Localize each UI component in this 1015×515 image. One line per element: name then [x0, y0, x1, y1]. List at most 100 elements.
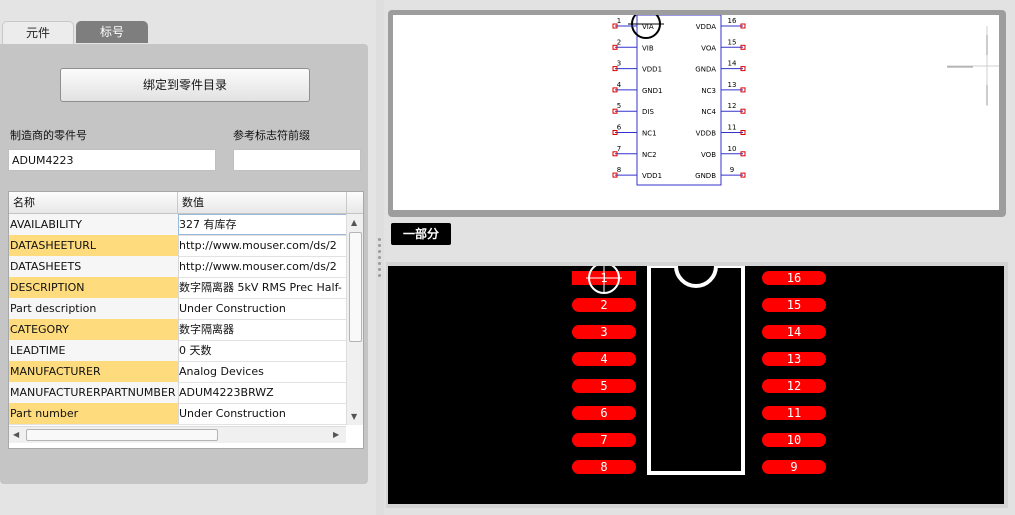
pin-number: 15	[728, 38, 737, 46]
property-value-cell[interactable]: 数字隔离器 5kV RMS Prec Half-	[178, 277, 346, 298]
table-row[interactable]: MANUFACTURERPARTNUMBER ADUM4223BRWZ	[9, 382, 346, 404]
pin-name: GND1	[642, 87, 663, 95]
property-name-cell[interactable]: LEADTIME	[9, 340, 179, 361]
schematic-preview-frame: 1 VIA 2 VIB 3 VDD1 4 GND1 5 DIS 6 NC1 7 NC2 8 VDD1 16 VDD…	[388, 9, 1006, 217]
component-properties-panel: 元件 标号 绑定到零件目录 制造商的零件号 参考标志符前缀 ADUM4223 名…	[0, 0, 376, 515]
schematic-symbol: 1 VIA 2 VIB 3 VDD1 4 GND1 5 DIS 6 NC1 7 NC2 8 VDD1 16 VDD…	[612, 9, 999, 186]
schematic-preview[interactable]: 1 VIA 2 VIB 3 VDD1 4 GND1 5 DIS 6 NC1 7 NC2 8 VDD1 16 VDD…	[393, 9, 999, 210]
table-row[interactable]: DATASHEETURL http://www.mouser.com/ds/2	[9, 235, 346, 257]
table-row[interactable]: DATASHEETS http://www.mouser.com/ds/2	[9, 256, 346, 278]
table-row[interactable]: Part number Under Construction	[9, 403, 346, 425]
grip-dot	[378, 250, 381, 253]
table-row[interactable]: CATEGORY 数字隔离器	[9, 319, 346, 341]
pad-number: 13	[787, 352, 801, 366]
pin-number: 8	[617, 166, 621, 174]
pin-number: 11	[728, 124, 737, 132]
scroll-up-icon[interactable]: ▲	[351, 218, 357, 228]
mfr-part-input[interactable]: ADUM4223	[8, 149, 216, 171]
symbol-body	[636, 14, 722, 186]
panel-splitter[interactable]	[376, 0, 384, 515]
grid-rows: AVAILABILITY 327 有库存 DATASHEETURL http://ww…	[9, 214, 346, 425]
pin-number: 12	[728, 102, 737, 110]
scroll-right-icon[interactable]: ▶	[333, 430, 339, 440]
property-value-cell[interactable]: 数字隔离器	[178, 319, 346, 340]
ref-prefix-label: 参考标志符前缀	[233, 129, 310, 142]
grid-header: 名称 数值	[9, 192, 363, 214]
grip-dot	[378, 268, 381, 271]
vertical-scroll-thumb[interactable]	[349, 232, 362, 342]
footprint-preview[interactable]: 12345678161514131211109	[388, 262, 1004, 504]
property-value-cell[interactable]: Under Construction	[178, 298, 346, 319]
pad-number: 8	[600, 460, 607, 474]
pin-number: 4	[617, 81, 622, 89]
pin-name: VIB	[642, 44, 654, 52]
property-value-cell[interactable]: Analog Devices	[178, 361, 346, 382]
table-row[interactable]: MANUFACTURER Analog Devices	[9, 361, 346, 383]
pad-number: 2	[600, 298, 607, 312]
pin-number: 6	[617, 124, 622, 132]
grip-dot	[378, 244, 381, 247]
property-value-cell[interactable]: http://www.mouser.com/ds/2	[178, 256, 346, 277]
property-name-cell[interactable]: Part number	[9, 403, 179, 424]
pad-number: 5	[600, 379, 607, 393]
pin-number: 16	[728, 17, 737, 25]
pin-name: GNDB	[695, 172, 716, 180]
pin-name: DIS	[642, 108, 654, 116]
property-value-cell[interactable]: 0 天数	[178, 340, 346, 361]
package-outline	[647, 264, 745, 475]
property-name-cell[interactable]: MANUFACTURERPARTNUMBER	[9, 382, 179, 403]
pin-name: VDDA	[696, 23, 716, 31]
pin-number: 7	[617, 145, 621, 153]
pin-number: 13	[728, 81, 737, 89]
footprint-preview-frame: 12345678161514131211109	[386, 262, 1008, 508]
pin-name: NC3	[701, 87, 716, 95]
property-name-cell[interactable]: DESCRIPTION	[9, 277, 179, 298]
schematic-pins: 1 VIA 2 VIB 3 VDD1 4 GND1 5 DIS 6 NC1 7 NC2 8 VDD1 16 VDD…	[612, 17, 746, 180]
canvas-crosshair-icon	[947, 26, 999, 106]
pin-name: VOB	[701, 151, 716, 159]
pin-name: VOA	[701, 44, 716, 52]
tab-parts[interactable]: 元件	[2, 21, 74, 44]
property-value-cell[interactable]: http://www.mouser.com/ds/2	[178, 235, 346, 256]
footprint-pads: 12345678161514131211109	[572, 271, 826, 474]
pad-number: 6	[600, 406, 607, 420]
property-value-cell[interactable]: Under Construction	[178, 403, 346, 424]
vertical-scrollbar[interactable]: ▲ ▼	[346, 214, 363, 425]
table-row[interactable]: Part description Under Construction	[9, 298, 346, 320]
pad-number: 12	[787, 379, 801, 393]
property-value-cell[interactable]: ADUM4223BRWZ	[178, 382, 346, 403]
pad-number: 15	[787, 298, 801, 312]
mfr-part-label: 制造商的零件号	[10, 129, 87, 142]
scroll-left-icon[interactable]: ◀	[13, 430, 19, 440]
property-name-cell[interactable]: MANUFACTURER	[9, 361, 179, 382]
pin-number: 9	[730, 166, 734, 174]
pin-number: 10	[728, 145, 737, 153]
ref-prefix-input[interactable]	[233, 149, 361, 171]
header-value[interactable]: 数值	[178, 192, 347, 213]
pin-name: NC2	[642, 151, 657, 159]
pad-number: 16	[787, 271, 801, 285]
tab-designator[interactable]: 标号	[76, 21, 148, 43]
horizontal-scroll-thumb[interactable]	[26, 429, 218, 441]
property-name-cell[interactable]: DATASHEETURL	[9, 235, 179, 256]
section-label[interactable]: 一部分	[391, 223, 451, 245]
pin-number: 1	[617, 17, 621, 25]
bind-to-catalog-button[interactable]: 绑定到零件目录	[60, 68, 310, 102]
pin-number: 14	[728, 60, 737, 68]
property-name-cell[interactable]: CATEGORY	[9, 319, 179, 340]
property-name-cell[interactable]: AVAILABILITY	[9, 214, 179, 235]
table-row[interactable]: AVAILABILITY 327 有库存	[9, 214, 346, 236]
pin-name: VDDB	[696, 130, 717, 138]
pad-number: 9	[790, 460, 797, 474]
pad-number: 14	[787, 325, 801, 339]
property-value-cell[interactable]: 327 有库存	[178, 214, 346, 235]
property-name-cell[interactable]: DATASHEETS	[9, 256, 179, 277]
table-row[interactable]: DESCRIPTION 数字隔离器 5kV RMS Prec Half-	[9, 277, 346, 299]
grip-dot	[378, 238, 381, 241]
scroll-down-icon[interactable]: ▼	[351, 412, 357, 422]
property-name-cell[interactable]: Part description	[9, 298, 179, 319]
horizontal-scrollbar[interactable]: ◀ ▶	[9, 426, 346, 443]
table-row[interactable]: LEADTIME 0 天数	[9, 340, 346, 362]
header-name[interactable]: 名称	[9, 192, 178, 213]
pad-number: 3	[600, 325, 607, 339]
